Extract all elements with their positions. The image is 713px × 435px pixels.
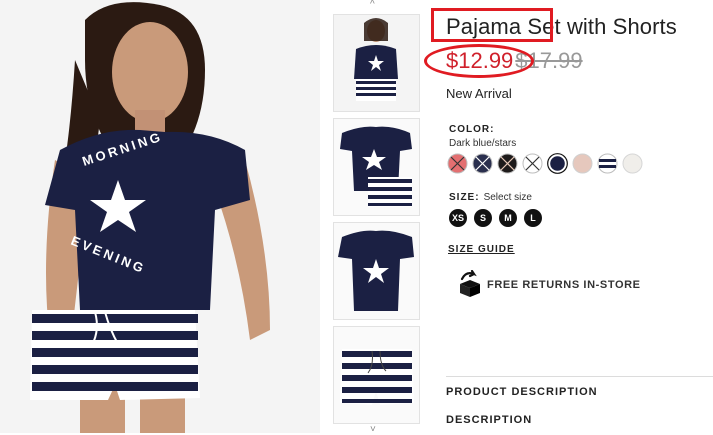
- thumbnail-set-flat[interactable]: [333, 118, 420, 216]
- size-m-button[interactable]: M: [499, 209, 517, 227]
- product-description-toggle[interactable]: PRODUCT DESCRIPTION: [446, 386, 598, 398]
- scroll-down-icon[interactable]: ˅: [370, 424, 376, 435]
- thumbnail-gallery: ^ ˅: [333, 0, 420, 435]
- scroll-up-icon[interactable]: ^: [370, 0, 375, 10]
- swatch-dark-blue-crossed[interactable]: [472, 153, 493, 174]
- swatch-powder-pink[interactable]: [572, 153, 593, 174]
- main-product-image[interactable]: MORNING EVENING: [0, 0, 320, 433]
- thumbnail-shorts[interactable]: [333, 326, 420, 424]
- swatch-off-white[interactable]: [622, 153, 643, 174]
- size-s-button[interactable]: S: [474, 209, 492, 227]
- set-flat-thumb-image: [334, 119, 419, 215]
- thumbnail-tshirt[interactable]: [333, 222, 420, 320]
- section-divider: [446, 376, 713, 377]
- swatch-dark-blue-stars-selected[interactable]: [547, 153, 568, 174]
- size-guide-link[interactable]: SIZE GUIDE: [448, 244, 515, 255]
- title-highlight-box: [431, 8, 553, 42]
- swatch-black-crossed[interactable]: [497, 153, 518, 174]
- tshirt-thumb-image: [334, 223, 419, 319]
- size-l-button[interactable]: L: [524, 209, 542, 227]
- swatch-red[interactable]: [447, 153, 468, 174]
- color-swatches: [447, 153, 652, 177]
- free-returns-row: FREE RETURNS IN-STORE: [458, 270, 658, 300]
- shorts-thumb-image: [334, 327, 419, 423]
- color-label: COLOR:: [449, 124, 495, 135]
- size-row: SIZE: Select size: [449, 192, 532, 203]
- model-photo: MORNING EVENING: [0, 0, 320, 433]
- new-arrival-label: New Arrival: [446, 86, 512, 101]
- size-options: XS S M L: [449, 209, 549, 229]
- return-box-icon: [460, 270, 480, 297]
- model-thumb-image: [334, 15, 419, 111]
- description-toggle[interactable]: DESCRIPTION: [446, 414, 532, 426]
- thumbnail-model[interactable]: [333, 14, 420, 112]
- size-xs-button[interactable]: XS: [449, 209, 467, 227]
- size-label: SIZE:: [449, 192, 480, 203]
- free-returns-text: FREE RETURNS IN-STORE: [487, 279, 641, 291]
- price-highlight-ellipse: [424, 44, 534, 78]
- swatch-white-crossed[interactable]: [522, 153, 543, 174]
- select-size-hint: Select size: [483, 192, 532, 203]
- swatch-blue-striped[interactable]: [597, 153, 618, 174]
- color-value: Dark blue/stars: [449, 138, 517, 149]
